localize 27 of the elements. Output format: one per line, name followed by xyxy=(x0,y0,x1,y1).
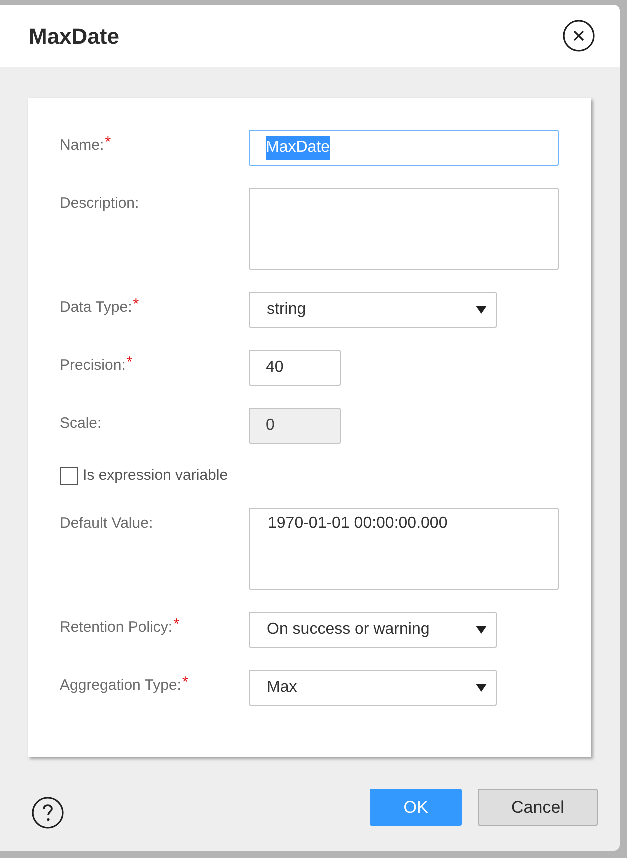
field-label: Precision: xyxy=(60,356,126,376)
text-area[interactable]: 1970-01-01 00:00:00.000 xyxy=(249,508,559,590)
required-mark: * xyxy=(133,298,140,312)
help-icon[interactable] xyxy=(32,797,64,829)
field-label: Description: xyxy=(60,194,140,214)
dialog-title: MaxDate xyxy=(29,22,120,50)
cancel-button[interactable]: Cancel xyxy=(478,789,598,826)
required-mark: * xyxy=(105,136,112,150)
required-mark: * xyxy=(174,618,180,632)
close-icon[interactable] xyxy=(563,20,595,52)
number-field[interactable]: 40 xyxy=(249,350,341,386)
field-label: Name: xyxy=(60,136,104,156)
caret-icon xyxy=(476,306,487,314)
dropdown-select[interactable]: Max xyxy=(249,670,497,706)
field-label: Default Value: xyxy=(60,514,154,534)
field-label: Retention Policy: xyxy=(60,618,173,638)
required-mark: * xyxy=(182,676,188,690)
field-label: Aggregation Type: xyxy=(60,676,182,696)
field-label: Data Type: xyxy=(60,298,132,318)
field-label: Scale: xyxy=(60,414,102,434)
required-mark: * xyxy=(126,356,133,370)
caret-icon xyxy=(476,626,487,634)
dropdown-select[interactable]: On success or warning xyxy=(249,612,497,648)
dropdown-select[interactable]: string xyxy=(249,292,497,328)
checkbox[interactable] xyxy=(60,467,78,485)
checkbox-label: Is expression variable xyxy=(83,466,228,486)
caret-icon xyxy=(476,684,487,692)
